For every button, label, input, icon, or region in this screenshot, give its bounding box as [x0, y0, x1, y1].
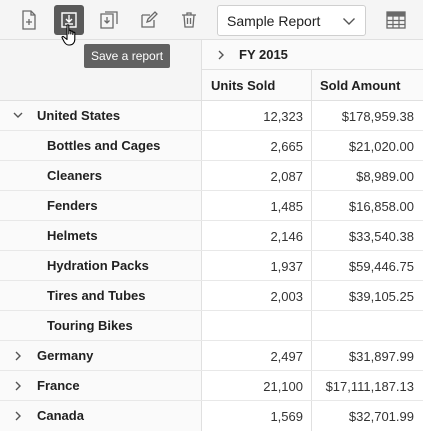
table-row: France 21,100 $17,111,187.13 — [0, 371, 423, 401]
table-row: Hydration Packs 1,937 $59,446.75 — [0, 251, 423, 281]
units-sold-cell: 21,100 — [263, 379, 303, 394]
sold-amount-cell: $17,111,187.13 — [325, 379, 414, 394]
sold-amount-cell: $21,020.00 — [348, 139, 414, 154]
row-label: Cleaners — [47, 168, 102, 183]
chevron-down-icon[interactable] — [12, 110, 24, 120]
save-report-tooltip: Save a report — [84, 44, 171, 68]
units-sold-cell: 2,146 — [270, 229, 303, 244]
chevron-right-icon[interactable] — [216, 49, 226, 61]
grid-rows: United States 12,323 $178,959.38 Bottles… — [0, 101, 423, 431]
units-sold-cell: 1,485 — [270, 199, 303, 214]
sold-amount-cell: $178,959.38 — [341, 109, 414, 124]
row-label: Fenders — [47, 198, 98, 213]
units-sold-cell: 1,937 — [270, 259, 303, 274]
sold-amount-cell: $31,897.99 — [348, 349, 414, 364]
sold-amount-cell: $33,540.38 — [348, 229, 414, 244]
units-sold-header[interactable]: Units Sold — [211, 78, 275, 93]
table-row: Canada 1,569 $32,701.99 — [0, 401, 423, 431]
units-sold-cell: 2,003 — [270, 289, 303, 304]
units-sold-cell: 2,087 — [270, 169, 303, 184]
save-as-icon — [100, 11, 118, 29]
sold-amount-cell: $32,701.99 — [348, 409, 414, 424]
rename-report-button[interactable] — [134, 5, 164, 35]
sold-amount-cell: $16,858.00 — [348, 199, 414, 214]
row-label: Touring Bikes — [47, 318, 133, 333]
chevron-right-icon[interactable] — [12, 410, 24, 422]
table-row: United States 12,323 $178,959.38 — [0, 101, 423, 131]
table-row: Touring Bikes — [0, 311, 423, 341]
row-label: Bottles and Cages — [47, 138, 161, 153]
table-row: Fenders 1,485 $16,858.00 — [0, 191, 423, 221]
table-row: Helmets 2,146 $33,540.38 — [0, 221, 423, 251]
row-label: France — [37, 378, 80, 393]
table-row: Cleaners 2,087 $8,989.00 — [0, 161, 423, 191]
remove-report-button[interactable] — [174, 5, 204, 35]
save-as-report-button[interactable] — [94, 5, 124, 35]
row-label: Tires and Tubes — [47, 288, 146, 303]
table-row: Tires and Tubes 2,003 $39,105.25 — [0, 281, 423, 311]
units-sold-cell: 2,497 — [270, 349, 303, 364]
report-select-value: Sample Report — [227, 13, 321, 29]
chevron-right-icon[interactable] — [12, 380, 24, 392]
column-group-label[interactable]: FY 2015 — [239, 47, 288, 62]
units-sold-cell: 1,569 — [270, 409, 303, 424]
row-label: United States — [37, 108, 121, 123]
grid-icon — [386, 11, 406, 29]
units-sold-cell: 12,323 — [263, 109, 303, 124]
row-label: Canada — [37, 408, 84, 423]
sold-amount-cell: $8,989.00 — [356, 169, 414, 184]
units-sold-cell: 2,665 — [270, 139, 303, 154]
row-label: Hydration Packs — [47, 258, 149, 273]
chevron-down-icon — [343, 18, 355, 25]
row-label: Germany — [37, 348, 94, 363]
new-file-icon — [22, 10, 36, 30]
row-label: Helmets — [47, 228, 98, 243]
sold-amount-cell: $39,105.25 — [348, 289, 414, 304]
sold-amount-cell: $59,446.75 — [348, 259, 414, 274]
table-row: Bottles and Cages 2,665 $21,020.00 — [0, 131, 423, 161]
grid-view-button[interactable] — [381, 5, 411, 35]
trash-icon — [182, 12, 196, 28]
edit-icon — [141, 11, 158, 28]
hand-cursor-icon — [61, 24, 76, 46]
table-row: Germany 2,497 $31,897.99 — [0, 341, 423, 371]
sold-amount-header[interactable]: Sold Amount — [320, 78, 400, 93]
chevron-right-icon[interactable] — [12, 350, 24, 362]
column-headers: Units Sold Sold Amount — [0, 70, 423, 101]
new-report-button[interactable] — [14, 5, 44, 35]
report-select[interactable]: Sample Report — [217, 5, 366, 36]
